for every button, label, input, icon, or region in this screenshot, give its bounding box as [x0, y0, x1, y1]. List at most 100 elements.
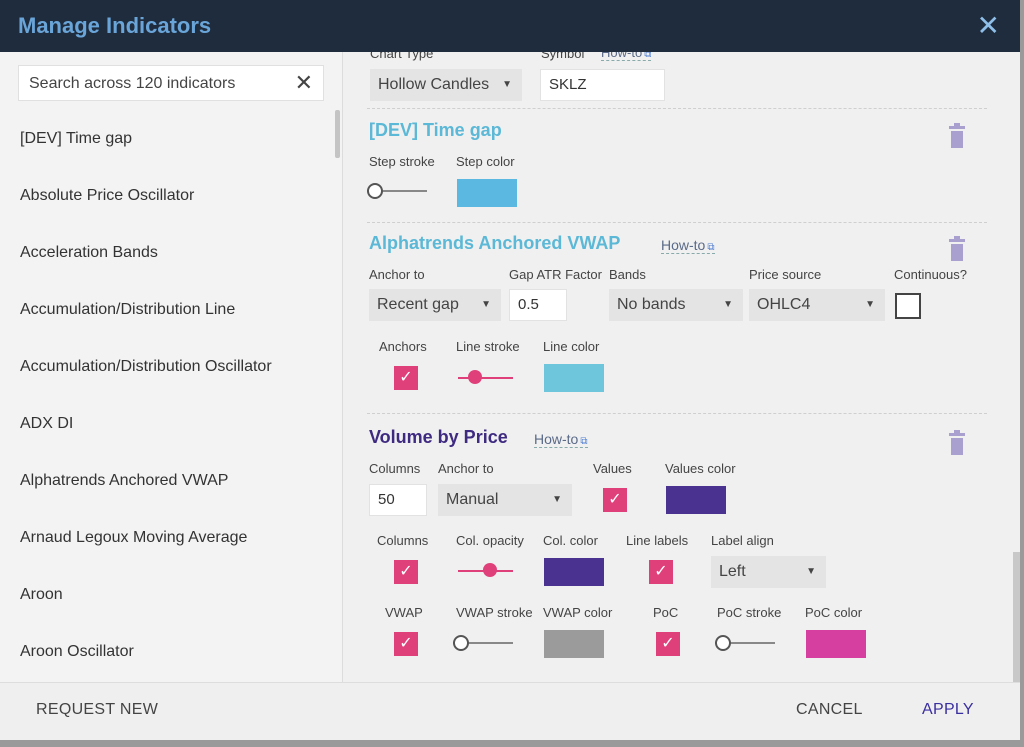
chart-type-value: Hollow Candles	[378, 76, 490, 93]
vwap-check-label: VWAP	[385, 605, 423, 620]
line-stroke-label: Line stroke	[456, 339, 520, 354]
caret-down-icon: ▼	[502, 79, 512, 90]
continuous-label: Continuous?	[894, 267, 967, 282]
continuous-checkbox[interactable]	[895, 293, 921, 319]
values-label: Values	[593, 461, 632, 476]
col-color-swatch[interactable]	[544, 558, 604, 586]
close-icon[interactable]: ✕	[977, 9, 1000, 42]
indicator-list-item[interactable]: ADX DI	[0, 395, 336, 452]
label-align-select[interactable]: Left ▼	[711, 556, 826, 588]
trash-icon[interactable]	[949, 236, 965, 261]
indicator-list-item[interactable]: Aroon Oscillator	[0, 623, 336, 680]
poc-checkbox[interactable]: ✓	[656, 632, 680, 656]
symbol-input[interactable]: SKLZ	[540, 69, 665, 101]
vwap-color-swatch[interactable]	[544, 630, 604, 658]
line-labels-checkbox[interactable]: ✓	[649, 560, 673, 584]
dialog-title: Manage Indicators	[18, 13, 212, 38]
vbp-anchor-select[interactable]: Manual ▼	[438, 484, 572, 516]
poc-label: PoC	[653, 605, 679, 620]
timegap-title: [DEV] Time gap	[369, 120, 502, 140]
price-source-label: Price source	[749, 267, 822, 282]
bands-select[interactable]: No bands ▼	[609, 289, 743, 321]
indicator-list-item[interactable]: Accumulation/Distribution Line	[0, 281, 336, 338]
trash-icon[interactable]	[949, 123, 965, 148]
indicator-settings-panel: Chart Type Symbol How-to ⧉ Hollow Candles…	[343, 52, 1020, 682]
indicator-list-panel: ✕ [DEV] Time gapAbsolute Price Oscillato…	[0, 52, 343, 682]
bands-value: No bands	[617, 296, 686, 313]
vbp-anchor-label: Anchor to	[438, 461, 494, 476]
apply-button[interactable]: APPLY	[922, 701, 974, 719]
section-divider	[367, 108, 987, 109]
vbp-howto-link[interactable]: How-to ⧉	[534, 431, 588, 448]
indicator-list-item[interactable]: Acceleration Bands	[0, 224, 336, 281]
line-labels-label: Line labels	[626, 533, 689, 548]
manage-indicators-dialog: Manage Indicators ✕ ✕ [DEV] Time gapAbso…	[0, 0, 1020, 740]
chart-type-select[interactable]: Hollow Candles ▼	[370, 69, 522, 101]
settings-scrollbar[interactable]	[1013, 552, 1020, 682]
anchor-to-select[interactable]: Recent gap ▼	[369, 289, 501, 321]
symbol-label: Symbol	[541, 52, 585, 61]
poc-stroke-label: PoC stroke	[717, 605, 782, 620]
section-divider	[367, 222, 987, 223]
step-color-label: Step color	[456, 154, 515, 169]
step-stroke-label: Step stroke	[369, 154, 435, 169]
chart-type-label: Chart Type	[370, 52, 434, 61]
cancel-button[interactable]: CANCEL	[796, 701, 863, 719]
values-color-label: Values color	[665, 461, 736, 476]
step-color-swatch[interactable]	[457, 179, 517, 207]
external-link-icon: ⧉	[580, 436, 588, 447]
title-bar: Manage Indicators ✕	[0, 0, 1020, 52]
vwap-howto-link[interactable]: How-to ⧉	[661, 237, 715, 254]
vwap-checkbox[interactable]: ✓	[394, 632, 418, 656]
label-align-value: Left	[719, 563, 746, 580]
gap-atr-input[interactable]: 0.5	[509, 289, 567, 321]
columns-check-label: Columns	[377, 533, 429, 548]
columns-input[interactable]: 50	[369, 484, 427, 516]
caret-down-icon: ▼	[723, 299, 733, 310]
symbol-howto-link[interactable]: How-to ⧉	[601, 52, 652, 61]
step-stroke-slider[interactable]	[367, 183, 427, 199]
indicator-list-item[interactable]: [DEV] Time gap	[0, 110, 336, 167]
col-opacity-slider[interactable]	[458, 563, 513, 579]
indicator-list-item[interactable]: Arnaud Legoux Moving Average	[0, 509, 336, 566]
clear-search-icon[interactable]: ✕	[295, 70, 313, 96]
caret-down-icon: ▼	[806, 566, 816, 577]
poc-stroke-slider[interactable]	[715, 635, 775, 651]
anchors-label: Anchors	[379, 339, 427, 354]
values-checkbox[interactable]: ✓	[603, 488, 627, 512]
columns-checkbox[interactable]: ✓	[394, 560, 418, 584]
vwap-title: Alphatrends Anchored VWAP	[369, 233, 621, 253]
columns-label: Columns	[369, 461, 421, 476]
poc-color-label: PoC color	[805, 605, 863, 620]
indicator-list-item[interactable]: Accumulation/Distribution Oscillator	[0, 338, 336, 395]
caret-down-icon: ▼	[865, 299, 875, 310]
vwap-color-label: VWAP color	[543, 605, 613, 620]
anchor-to-label: Anchor to	[369, 267, 425, 282]
trash-icon[interactable]	[949, 430, 965, 455]
bands-label: Bands	[609, 267, 646, 282]
list-scrollbar[interactable]	[335, 110, 340, 158]
line-stroke-slider[interactable]	[458, 370, 513, 386]
gap-atr-label: Gap ATR Factor	[509, 267, 602, 282]
price-source-value: OHLC4	[757, 296, 811, 313]
caret-down-icon: ▼	[552, 494, 562, 505]
search-box: ✕	[18, 65, 324, 101]
indicator-list-item[interactable]: Aroon	[0, 566, 336, 623]
label-align-label: Label align	[711, 533, 774, 548]
col-color-label: Col. color	[543, 533, 598, 548]
request-new-button[interactable]: REQUEST NEW	[36, 701, 158, 719]
dialog-footer: REQUEST NEW CANCEL APPLY	[0, 682, 1020, 740]
vwap-stroke-slider[interactable]	[453, 635, 513, 651]
anchors-checkbox[interactable]: ✓	[394, 366, 418, 390]
search-input[interactable]	[27, 72, 291, 96]
poc-color-swatch[interactable]	[806, 630, 866, 658]
indicator-list: [DEV] Time gap Absolute Price Oscillator A…	[0, 110, 336, 682]
indicator-list-item[interactable]: Absolute Price Oscillator	[0, 167, 336, 224]
indicator-list-item[interactable]: Alphatrends Anchored VWAP	[0, 452, 336, 509]
values-color-swatch[interactable]	[666, 486, 726, 514]
vbp-title: Volume by Price	[369, 427, 508, 447]
line-color-swatch[interactable]	[544, 364, 604, 392]
price-source-select[interactable]: OHLC4 ▼	[749, 289, 885, 321]
vbp-anchor-value: Manual	[446, 491, 499, 508]
external-link-icon: ⧉	[644, 52, 652, 60]
